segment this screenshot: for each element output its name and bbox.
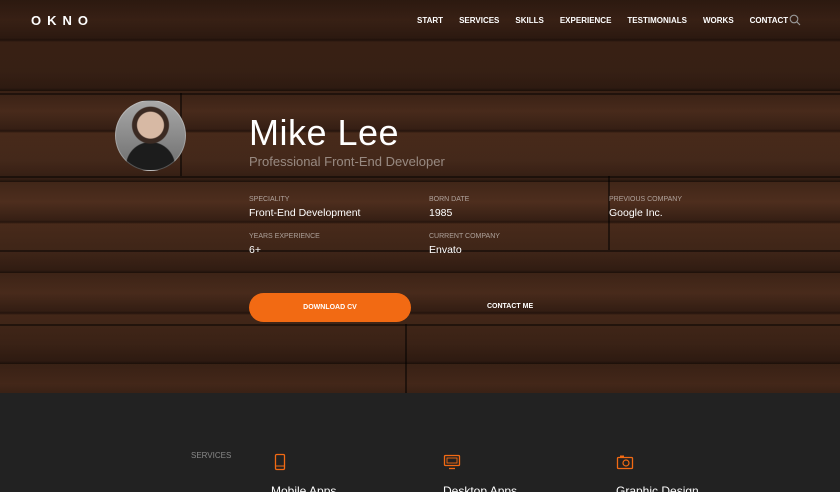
nav-item-contact[interactable]: CONTACT — [750, 16, 789, 25]
nav-item-services[interactable]: SERVICES — [459, 16, 499, 25]
info-value-years-experience: 6+ — [249, 244, 261, 256]
avatar — [115, 100, 186, 171]
info-value-speciality: Front-End Development — [249, 207, 361, 219]
main-nav: START SERVICES SKILLS EXPERIENCE TESTIMO… — [417, 16, 804, 25]
desktop-icon — [443, 454, 461, 470]
services-section-label: SERVICES — [191, 451, 232, 460]
info-label-speciality: SPECIALITY — [249, 196, 290, 203]
service-title-desktop-apps: Desktop Apps — [443, 484, 518, 492]
plank-joint — [405, 324, 407, 393]
plank-divider — [0, 250, 840, 252]
info-value-current-company: Envato — [429, 244, 462, 256]
hero-section: OKNO START SERVICES SKILLS EXPERIENCE TE… — [0, 0, 840, 393]
info-label-years-experience: YEARS EXPERIENCE — [249, 233, 320, 240]
plank-divider — [0, 93, 840, 95]
search-icon[interactable] — [789, 14, 801, 26]
mobile-icon — [274, 453, 286, 471]
info-value-previous-company: Google Inc. — [609, 207, 663, 219]
nav-item-works[interactable]: WORKS — [703, 16, 734, 25]
service-title-graphic-design: Graphic Design — [616, 484, 699, 492]
plank-divider — [0, 176, 840, 178]
contact-me-link[interactable]: CONTACT ME — [487, 303, 533, 310]
info-label-previous-company: PREVIOUS COMPANY — [609, 196, 682, 203]
info-label-born-date: BORN DATE — [429, 196, 470, 203]
services-section: SERVICES Mobile Apps Desktop Apps Graphi… — [0, 393, 840, 492]
nav-item-experience[interactable]: EXPERIENCE — [560, 16, 612, 25]
service-title-mobile-apps: Mobile Apps — [271, 484, 337, 492]
nav-item-testimonials[interactable]: TESTIMONIALS — [627, 16, 687, 25]
nav-item-skills[interactable]: SKILLS — [515, 16, 543, 25]
nav-item-start[interactable]: START — [417, 16, 443, 25]
profile-role: Professional Front-End Developer — [249, 154, 445, 169]
profile-name: Mike Lee — [249, 112, 400, 153]
plank-divider — [0, 324, 840, 326]
download-cv-button[interactable]: DOWNLOAD CV — [249, 293, 411, 322]
site-logo[interactable]: OKNO — [31, 13, 94, 28]
camera-icon — [616, 455, 634, 470]
info-label-current-company: CURRENT COMPANY — [429, 233, 500, 240]
info-value-born-date: 1985 — [429, 207, 453, 219]
